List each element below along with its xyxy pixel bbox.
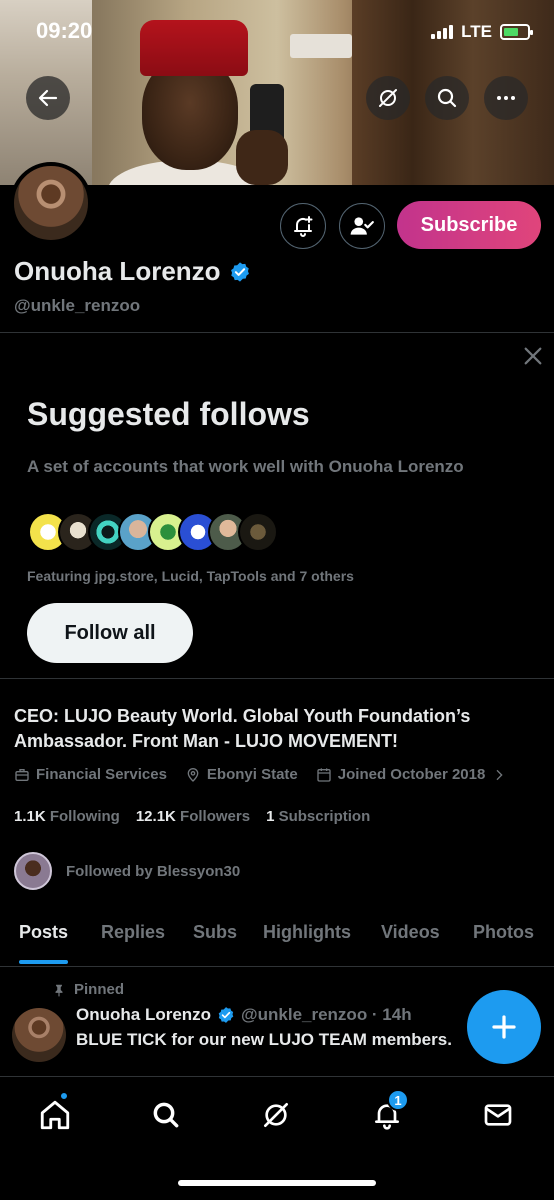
verified-badge-icon[interactable] (229, 261, 251, 283)
follow-all-button[interactable]: Follow all (27, 603, 193, 663)
mail-icon (484, 1104, 512, 1126)
post-author[interactable]: Onuoha Lorenzo (76, 1005, 211, 1025)
profile-joined-label: Joined October 2018 (337, 766, 486, 783)
banner-hand (236, 130, 288, 185)
tab-photos[interactable]: Photos (473, 912, 534, 943)
suggested-avatar (238, 512, 278, 552)
search-button[interactable] (425, 76, 469, 120)
profile-location: Ebonyi State (185, 766, 298, 783)
home-icon (40, 1100, 70, 1130)
profile-location-label: Ebonyi State (206, 766, 298, 783)
compose-button[interactable] (467, 990, 541, 1064)
notifications-badge: 1 (387, 1089, 409, 1111)
subscriptions-label: Subscription (278, 808, 371, 825)
section-divider (0, 332, 554, 333)
search-icon (437, 88, 457, 108)
featuring-text: Featuring jpg.store, Lucid, TapTools and… (27, 568, 354, 584)
profile-stats: 1.1K Following 12.1K Followers 1 Subscri… (14, 808, 370, 825)
suggested-follows-title: Suggested follows (27, 396, 310, 432)
following-label: Following (49, 808, 120, 825)
followers-label: Followers (180, 808, 251, 825)
more-button[interactable] (484, 76, 528, 120)
tab-replies[interactable]: Replies (101, 912, 165, 943)
nav-messages[interactable] (478, 1095, 518, 1135)
home-indicator[interactable] (178, 1180, 376, 1186)
status-time: 09:20 (36, 18, 93, 43)
followed-by[interactable]: Followed by Blessyon30 (14, 852, 240, 890)
pin-icon (55, 984, 63, 996)
search-icon (153, 1102, 179, 1128)
location-pin-icon (187, 767, 199, 782)
signal-icon (431, 25, 454, 39)
profile-tabs: Posts Replies Subs Highlights Videos Pho… (0, 912, 554, 966)
followers-count: 12.1K (135, 808, 176, 825)
home-badge-dot (59, 1091, 69, 1101)
post-text[interactable]: BLUE TICK for our new LUJO TEAM members. (76, 1030, 452, 1050)
profile-avatar[interactable] (10, 162, 92, 244)
post-header: Onuoha Lorenzo @unkle_renzoo · 14h (76, 1005, 412, 1025)
followers-stat[interactable]: 12.1K Followers (136, 808, 250, 825)
close-icon[interactable] (522, 345, 544, 367)
following-button[interactable] (339, 203, 385, 249)
profile-joined[interactable]: Joined October 2018 (316, 766, 508, 783)
following-stat[interactable]: 1.1K Following (14, 808, 120, 825)
more-dots-icon (497, 96, 515, 100)
tab-highlights[interactable]: Highlights (263, 912, 351, 943)
tabs-divider (0, 966, 554, 967)
status-indicators: LTE (431, 22, 533, 42)
notification-subscribe-button[interactable] (280, 203, 326, 249)
back-button[interactable] (26, 76, 70, 120)
grok-button[interactable] (366, 76, 410, 120)
calendar-icon (317, 767, 331, 782)
network-label: LTE (461, 22, 492, 41)
profile-category-label: Financial Services (36, 766, 167, 783)
plus-icon (492, 1015, 516, 1039)
person-check-icon (350, 217, 374, 235)
verified-badge-icon (218, 1007, 234, 1023)
post-handle-time: @unkle_renzoo · 14h (241, 1005, 412, 1024)
following-count: 1.1K (14, 808, 46, 825)
nav-home[interactable] (35, 1091, 75, 1135)
suggested-follows-subtitle: A set of accounts that work well with On… (27, 457, 464, 476)
briefcase-icon (15, 768, 29, 781)
tab-videos[interactable]: Videos (381, 912, 440, 943)
battery-icon (500, 24, 533, 40)
nav-grok[interactable] (256, 1095, 296, 1135)
pinned-label: Pinned (74, 981, 125, 998)
tab-subs[interactable]: Subs (193, 912, 237, 943)
chevron-right-icon (496, 769, 503, 780)
profile-meta: Financial Services Ebonyi State Joined O… (14, 766, 507, 783)
display-name: Onuoha Lorenzo (14, 256, 221, 286)
follower-avatar (14, 852, 52, 890)
followed-by-text: Followed by Blessyon30 (66, 862, 241, 880)
profile-name-row: Onuoha Lorenzo (14, 256, 251, 287)
status-bar: 09:20 LTE (0, 0, 554, 60)
grok-icon (264, 1103, 288, 1127)
section-divider (0, 678, 554, 679)
bell-plus-icon (294, 216, 313, 237)
subscriptions-count: 1 (266, 808, 275, 825)
subscriptions-stat[interactable]: 1 Subscription (266, 808, 370, 825)
subscribe-button[interactable]: Subscribe (397, 201, 541, 249)
tab-posts[interactable]: Posts (19, 912, 69, 964)
nav-notifications[interactable]: 1 (367, 1089, 409, 1135)
grok-icon (379, 89, 397, 107)
pinned-indicator: Pinned (52, 981, 124, 998)
profile-category: Financial Services (14, 766, 167, 783)
post-avatar[interactable] (12, 1008, 66, 1062)
nav-search[interactable] (146, 1095, 186, 1135)
profile-bio: CEO: LUJO Beauty World. Global Youth Fou… (14, 706, 471, 751)
profile-handle: @unkle_renzoo (14, 296, 141, 315)
arrow-left-icon (38, 89, 58, 107)
